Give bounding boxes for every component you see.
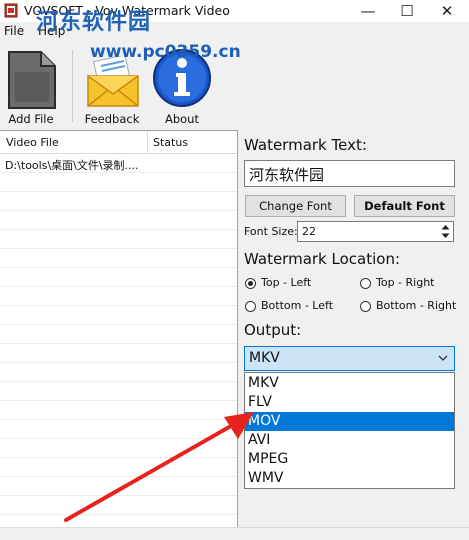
watermark-location-label: Watermark Location: xyxy=(244,250,400,268)
radio-dot-icon xyxy=(245,301,256,312)
empty-row xyxy=(0,287,237,306)
toolbar-separator xyxy=(72,50,73,122)
radio-top-left-label: Top - Left xyxy=(261,276,312,289)
option-mkv[interactable]: MKV xyxy=(245,374,454,393)
envelope-icon xyxy=(86,56,140,108)
radio-bottom-left-label: Bottom - Left xyxy=(261,299,334,312)
site-watermark: 河东软件园 xyxy=(36,9,152,35)
status-bar xyxy=(0,527,469,540)
column-status[interactable]: Status xyxy=(153,136,188,149)
empty-row xyxy=(0,382,237,401)
document-icon xyxy=(7,50,57,110)
site-url-watermark: www.pc0359.cn xyxy=(90,42,241,62)
change-font-button[interactable]: Change Font xyxy=(245,195,346,217)
option-mov[interactable]: MOV xyxy=(245,412,454,431)
add-file-button[interactable]: Add File xyxy=(2,42,60,128)
app-window: VOVSOFT - Vov Watermark Video — ☐ ✕ File… xyxy=(0,0,469,540)
radio-top-right-label: Top - Right xyxy=(376,276,435,289)
empty-row xyxy=(0,249,237,268)
watermark-text-value: 河东软件园 xyxy=(249,166,325,184)
empty-row xyxy=(0,325,237,344)
font-size-spinner[interactable]: 22 xyxy=(297,221,454,242)
chevron-down-icon xyxy=(438,355,448,362)
row-file-cell: D:\tools\桌面\文件\录制.... xyxy=(5,159,139,172)
option-mkv-label: MKV xyxy=(248,375,279,391)
empty-row xyxy=(0,173,237,192)
empty-row xyxy=(0,363,237,382)
spinner-arrows-icon[interactable] xyxy=(440,223,451,240)
column-video-file[interactable]: Video File xyxy=(6,136,59,149)
list-header: Video File Status xyxy=(0,131,237,154)
column-divider[interactable] xyxy=(147,131,148,153)
radio-dot-icon xyxy=(245,278,256,289)
table-row[interactable]: D:\tools\桌面\文件\录制.... xyxy=(0,154,237,173)
font-size-label: Font Size: xyxy=(244,225,298,238)
option-flv[interactable]: FLV xyxy=(245,393,454,412)
menu-file[interactable]: File xyxy=(4,24,24,38)
radio-dot-icon xyxy=(360,278,371,289)
radio-bottom-right-label: Bottom - Right xyxy=(376,299,457,312)
empty-row xyxy=(0,344,237,363)
maximize-button[interactable]: ☐ xyxy=(387,0,427,22)
empty-row xyxy=(0,306,237,325)
font-size-value: 22 xyxy=(302,225,316,238)
option-mpeg[interactable]: MPEG xyxy=(245,450,454,469)
output-format-select[interactable]: MKV xyxy=(244,346,455,371)
empty-row xyxy=(0,268,237,287)
minimize-button[interactable]: — xyxy=(348,0,388,22)
empty-row xyxy=(0,192,237,211)
watermark-text-label: Watermark Text: xyxy=(244,136,367,154)
radio-dot-icon xyxy=(360,301,371,312)
option-wmv[interactable]: WMV xyxy=(245,469,454,488)
empty-row xyxy=(0,211,237,230)
output-label: Output: xyxy=(244,321,302,339)
app-icon xyxy=(4,3,18,18)
annotation-arrow-icon xyxy=(60,408,260,526)
option-avi[interactable]: AVI xyxy=(245,431,454,450)
output-selected-value: MKV xyxy=(249,350,280,366)
empty-row xyxy=(0,230,237,249)
watermark-text-input[interactable]: 河东软件园 xyxy=(244,160,455,187)
feedback-label: Feedback xyxy=(84,112,140,126)
add-file-label: Add File xyxy=(8,112,54,126)
close-button[interactable]: ✕ xyxy=(427,0,467,22)
default-font-button[interactable]: Default Font xyxy=(354,195,455,217)
about-label: About xyxy=(164,112,199,126)
output-format-dropdown[interactable]: MKV FLV MOV AVI MPEG WMV xyxy=(244,372,455,489)
